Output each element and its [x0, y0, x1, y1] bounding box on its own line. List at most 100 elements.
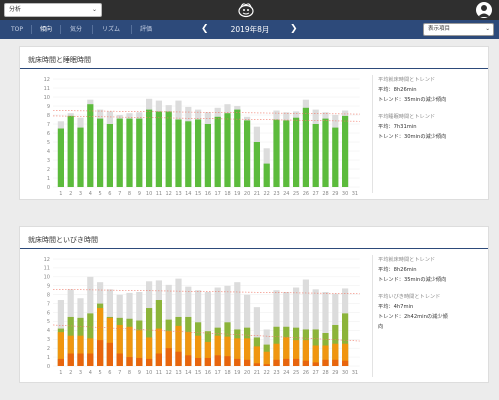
bar	[57, 358, 64, 366]
y-tick-label: 9	[47, 284, 50, 290]
tab-mood[interactable]: 気分	[66, 20, 86, 39]
bar	[293, 358, 300, 366]
chart-info: 平均就床時間とトレンド 平均：8h26min トレンド：35minの減少傾向 平…	[378, 75, 446, 142]
x-tick-label: 28	[322, 370, 328, 376]
chevron-down-icon: ⌄	[91, 6, 97, 13]
tab-rhythm[interactable]: リズム	[97, 20, 125, 39]
x-tick-label: 14	[185, 370, 191, 376]
bar	[57, 128, 64, 187]
x-tick-label: 21	[254, 370, 260, 376]
x-tick-label: 6	[108, 370, 111, 376]
bar	[126, 357, 133, 366]
display-items-select[interactable]: 表示項目 ⌄	[423, 23, 494, 36]
bar	[116, 118, 123, 187]
x-tick-label: 3	[79, 370, 82, 376]
x-tick-label: 31	[352, 191, 358, 197]
info-label: 平均就床時間とトレンド	[378, 77, 436, 83]
bar	[273, 119, 280, 187]
x-tick-label: 14	[185, 191, 191, 197]
avatar-icon[interactable]	[476, 2, 492, 18]
x-tick-label: 11	[156, 191, 162, 197]
y-tick-label: 9	[47, 104, 50, 110]
bar	[67, 115, 74, 187]
analysis-select[interactable]: 分析 ⌄	[4, 3, 102, 17]
x-tick-label: 16	[205, 370, 211, 376]
tab-evaluation[interactable]: 評価	[136, 20, 156, 39]
x-tick-label: 17	[215, 191, 221, 197]
info-label: 平均睡眠時間とトレンド	[378, 114, 436, 120]
bar	[234, 109, 241, 187]
chart-info: 平均就床時間とトレンド 平均：8h26min トレンド：35minの減少傾向 平…	[378, 255, 448, 332]
y-tick-label: 7	[47, 301, 50, 307]
bar	[165, 348, 172, 366]
x-tick-label: 23	[273, 370, 279, 376]
x-tick-label: 25	[293, 191, 299, 197]
x-tick-label: 30	[342, 370, 348, 376]
x-tick-label: 19	[234, 370, 240, 376]
y-tick-label: 10	[44, 275, 50, 281]
bar	[204, 124, 211, 187]
info-trend: トレンド：30minの減少傾向	[378, 134, 447, 140]
x-tick-label: 6	[108, 191, 111, 197]
bar	[155, 111, 162, 187]
y-tick-label: 5	[47, 140, 50, 146]
bed-snore-chart: 01234567891011121 2 3 4 5 6 7 8 9 10 11 12 13 14 15 16 1…	[44, 257, 360, 376]
bar	[204, 357, 211, 366]
bar	[146, 109, 153, 187]
bar	[253, 346, 260, 366]
y-tick-label: 1	[47, 176, 50, 182]
y-tick-label: 10	[44, 95, 50, 101]
y-tick-label: 3	[47, 158, 50, 164]
prev-month-button[interactable]: ❮	[201, 20, 209, 39]
bar	[234, 358, 241, 366]
panel-bed-snore: 就床時間といびき時間 0 1 2 3 4 5 6 7 8 9 10 11 12 1 2 3 4 5 6 7 8 9 10 11…	[19, 226, 489, 383]
y-tick-label: 2	[47, 346, 50, 352]
x-tick-label: 4	[89, 191, 92, 197]
x-tick-label: 12	[166, 370, 172, 376]
info-trend: トレンド：35minの減少傾向	[378, 97, 447, 103]
x-tick-label: 26	[303, 191, 309, 197]
x-tick-label: 27	[313, 191, 319, 197]
x-tick-label: 17	[215, 370, 221, 376]
bar	[283, 120, 290, 187]
x-tick-label: 5	[99, 370, 102, 376]
x-tick-label: 2	[69, 370, 72, 376]
x-tick-label: 8	[128, 370, 131, 376]
y-tick-label: 11	[44, 266, 50, 272]
x-tick-label: 7	[118, 370, 121, 376]
tab-divider	[60, 25, 61, 34]
x-tick-label: 29	[332, 191, 338, 197]
info-label: 平均就床時間とトレンド	[378, 257, 436, 263]
bar	[312, 124, 319, 187]
y-tick-label: 0	[47, 185, 50, 191]
current-month: 2019年8月	[230, 25, 270, 34]
bar	[106, 124, 113, 187]
x-tick-label: 3	[79, 191, 82, 197]
bar	[165, 111, 172, 187]
tab-top[interactable]: TOP	[6, 20, 28, 39]
bar	[302, 360, 309, 366]
top-bar: 分析 ⌄	[0, 0, 499, 20]
bed-sleep-chart: 01234567891011121 2 3 4 5 6 7 8 9 10 11 12 13 14 15 16 1…	[44, 77, 360, 197]
x-tick-label: 26	[303, 370, 309, 376]
y-tick-label: 6	[47, 131, 50, 137]
logo-icon	[238, 3, 254, 18]
chevron-down-icon: ⌄	[485, 26, 490, 32]
bar	[126, 118, 133, 187]
bar	[253, 363, 260, 366]
next-month-button[interactable]: ❯	[290, 20, 298, 39]
bar	[195, 119, 202, 187]
x-tick-label: 25	[293, 370, 299, 376]
y-tick-label: 6	[47, 310, 50, 316]
bar	[195, 357, 202, 366]
x-tick-label: 9	[138, 370, 141, 376]
tab-trend[interactable]: 傾向	[36, 20, 56, 39]
y-tick-label: 1	[47, 355, 50, 361]
x-tick-label: 24	[283, 370, 289, 376]
x-tick-label: 1	[59, 191, 62, 197]
x-tick-label: 24	[283, 191, 289, 197]
x-tick-label: 20	[244, 191, 250, 197]
x-tick-label: 19	[234, 191, 240, 197]
tab-divider	[31, 25, 32, 34]
y-tick-label: 7	[47, 122, 50, 128]
